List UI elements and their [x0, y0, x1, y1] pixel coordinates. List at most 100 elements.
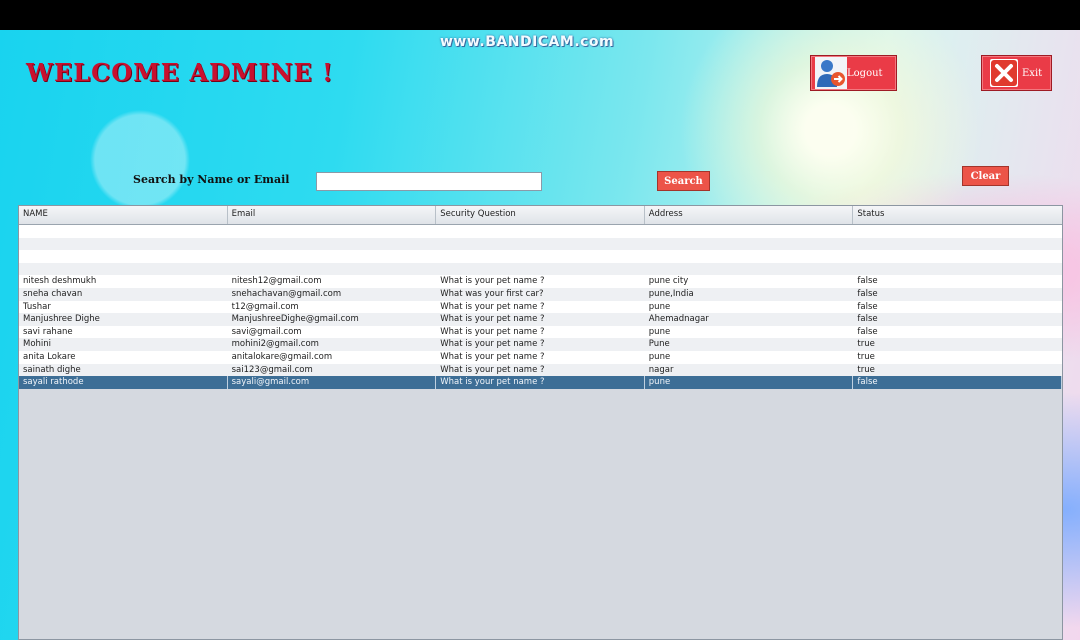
table-cell-address: pune city [648, 276, 689, 287]
table-row[interactable]: Mohini mohini2@gmail.com What is your pet … [19, 338, 1062, 351]
column-header-email[interactable]: Email [228, 206, 437, 224]
column-header-security-question[interactable]: Security Question [436, 206, 645, 224]
users-table[interactable]: NAME Email Security Question Address Sta… [18, 205, 1063, 640]
table-row[interactable] [19, 262, 1062, 276]
table-cell-status: false [857, 314, 878, 325]
table-cell-security-question: What is your pet name ? [440, 351, 545, 362]
search-label: Search by Name or Email [133, 173, 290, 186]
table-cell-security-question: What is your pet name ? [440, 326, 545, 337]
close-x-icon [990, 59, 1018, 87]
table-body: nitesh deshmukh nitesh12@gmail.com What is… [19, 225, 1062, 389]
table-cell-security-question: What is your pet name ? [440, 301, 545, 312]
table-cell-email [228, 263, 437, 276]
table-row[interactable]: sayali rathode sayali@gmail.com What is yo… [19, 376, 1062, 389]
table-row[interactable] [19, 225, 1062, 238]
table-cell-security-question: What is your pet name ? [436, 376, 645, 389]
table-cell-name [19, 225, 228, 238]
table-cell-status [853, 225, 1062, 238]
table-cell-status: false [853, 376, 1062, 389]
table-cell-status: true [857, 339, 875, 350]
table-row[interactable]: Tushar t12@gmail.com What is your pet name… [19, 300, 1062, 314]
user-logout-icon [815, 57, 847, 89]
table-cell-name: savi rahane [23, 326, 73, 337]
table-cell-email [228, 225, 437, 238]
table-cell-name: sainath dighe [23, 364, 81, 375]
table-row[interactable]: anita Lokare anitalokare@gmail.com What is… [19, 350, 1062, 364]
bandicam-watermark: www.BANDICAM.com [440, 34, 615, 50]
table-cell-address: nagar [648, 364, 674, 375]
table-cell-address: Ahemadnagar [648, 314, 709, 325]
table-cell-security-question [436, 225, 645, 238]
logout-label: Logout [847, 67, 883, 79]
table-cell-name [19, 238, 228, 251]
table-cell-address: pune [645, 376, 854, 389]
exit-label: Exit [1022, 67, 1043, 79]
table-cell-email [228, 238, 437, 251]
table-cell-address [645, 238, 854, 251]
clear-button[interactable]: Clear [962, 166, 1009, 186]
table-cell-security-question: What is your pet name ? [440, 314, 545, 325]
table-cell-status: false [857, 276, 878, 287]
table-cell-name: nitesh deshmukh [23, 276, 97, 287]
table-cell-address: Pune [648, 339, 670, 350]
table-cell-name [19, 250, 228, 263]
search-input[interactable] [316, 172, 542, 191]
table-cell-status: false [857, 326, 878, 337]
table-row[interactable]: Manjushree Dighe ManjushreeDighe@gmail.co… [19, 313, 1062, 326]
table-cell-name: sneha chavan [23, 288, 83, 299]
table-cell-name: Tushar [23, 301, 51, 312]
table-header: NAME Email Security Question Address Sta… [19, 206, 1062, 225]
table-cell-address: pune [648, 326, 671, 337]
table-cell-name: Mohini [23, 339, 52, 350]
table-row[interactable]: sainath dighe sai123@gmail.com What is you… [19, 363, 1062, 377]
search-button[interactable]: Search [657, 171, 710, 191]
table-cell-address: pune [648, 301, 671, 312]
table-row[interactable] [19, 250, 1062, 263]
table-cell-security-question: What is your pet name ? [440, 276, 545, 287]
table-cell-security-question: What is your pet name ? [440, 364, 545, 375]
column-header-status[interactable]: Status [853, 206, 1062, 224]
page-title: WELCOME ADMINE ! [26, 58, 334, 87]
table-row[interactable]: nitesh deshmukh nitesh12@gmail.com What is… [19, 275, 1062, 288]
table-cell-name [19, 263, 228, 276]
table-cell-email: t12@gmail.com [231, 301, 299, 312]
table-cell-name: sayali rathode [19, 376, 228, 389]
table-cell-status: true [857, 351, 875, 362]
table-row[interactable]: sneha chavan snehachavan@gmail.com What wa… [19, 287, 1062, 301]
table-cell-email: mohini2@gmail.com [231, 339, 319, 350]
table-cell-status: false [857, 288, 878, 299]
table-cell-email: anitalokare@gmail.com [231, 351, 333, 362]
logout-button[interactable]: Logout [810, 55, 897, 91]
table-cell-address: pune,India [648, 288, 694, 299]
column-header-name[interactable]: NAME [19, 206, 228, 224]
table-cell-address [645, 250, 854, 263]
table-cell-email: sai123@gmail.com [231, 364, 313, 375]
table-cell-email: savi@gmail.com [231, 326, 302, 337]
table-cell-security-question: What is your pet name ? [440, 339, 545, 350]
table-cell-email: ManjushreeDighe@gmail.com [231, 314, 359, 325]
table-cell-address [645, 225, 854, 238]
table-cell-email [228, 250, 437, 263]
table-cell-security-question [436, 263, 645, 276]
table-cell-name: anita Lokare [23, 351, 76, 362]
table-cell-status [853, 238, 1062, 251]
table-cell-security-question [436, 238, 645, 251]
table-cell-email: nitesh12@gmail.com [231, 276, 322, 287]
table-cell-security-question [436, 250, 645, 263]
column-header-address[interactable]: Address [645, 206, 854, 224]
table-cell-status [853, 250, 1062, 263]
table-cell-status [853, 263, 1062, 276]
table-cell-email: snehachavan@gmail.com [231, 288, 342, 299]
exit-button[interactable]: Exit [981, 55, 1052, 91]
top-black-bar [0, 0, 1080, 30]
table-cell-address: pune [648, 351, 671, 362]
table-cell-name: Manjushree Dighe [23, 314, 100, 325]
table-cell-email: sayali@gmail.com [228, 376, 437, 389]
admin-window: www.BANDICAM.com WELCOME ADMINE ! Logout… [0, 30, 1080, 640]
table-row[interactable] [19, 237, 1062, 251]
table-cell-status: true [857, 364, 875, 375]
table-row[interactable]: savi rahane savi@gmail.com What is your pe… [19, 325, 1062, 339]
table-cell-status: false [857, 301, 878, 312]
table-cell-security-question: What was your first car? [440, 288, 544, 299]
table-cell-address [645, 263, 854, 276]
